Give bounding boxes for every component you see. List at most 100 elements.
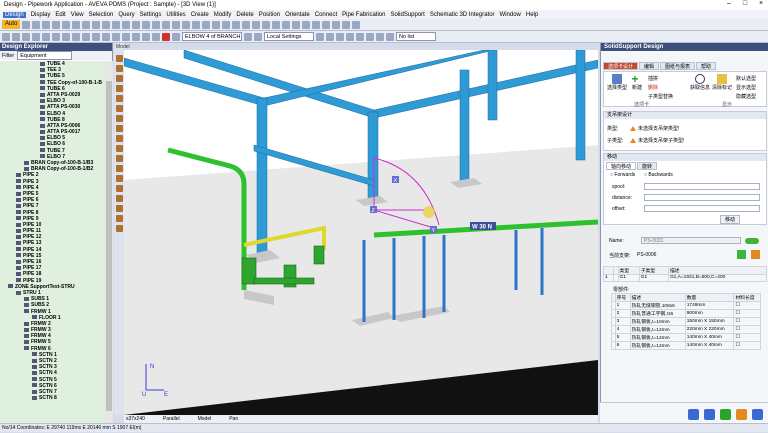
tool-icon[interactable] xyxy=(232,20,241,29)
name-toggle[interactable] xyxy=(745,238,759,244)
tool-icon[interactable] xyxy=(92,20,101,29)
tool-icon[interactable] xyxy=(322,20,331,29)
view-tool-icon[interactable] xyxy=(115,75,123,82)
tool-icon[interactable] xyxy=(22,32,30,41)
tool-icon[interactable] xyxy=(262,20,271,29)
tool-icon[interactable] xyxy=(82,20,91,29)
maximize-button[interactable]: □ xyxy=(738,0,752,7)
menu-view[interactable]: View xyxy=(71,12,84,18)
tool-icon[interactable] xyxy=(42,32,50,41)
table-row[interactable]: 5 热轧钢板,t=12mm 140mm X 40mm ☐ xyxy=(611,333,761,342)
view-tool-icon[interactable] xyxy=(115,105,123,112)
explorer-scrollbar[interactable] xyxy=(105,61,113,423)
view-tool-icon[interactable] xyxy=(115,125,123,132)
view-tool-icon[interactable] xyxy=(115,95,123,102)
close-button[interactable]: × xyxy=(754,0,768,7)
tool-icon[interactable] xyxy=(72,32,80,41)
delete-button[interactable]: 删除 xyxy=(648,84,658,91)
tool-icon[interactable] xyxy=(132,32,140,41)
tool-icon[interactable] xyxy=(12,32,20,41)
menu-orientate[interactable]: Orientate xyxy=(285,12,310,18)
menu-edit[interactable]: Edit xyxy=(55,12,65,18)
tool-icon[interactable] xyxy=(72,20,81,29)
tool-icon[interactable] xyxy=(222,20,231,29)
tag-icon[interactable] xyxy=(737,250,746,259)
tool-icon[interactable] xyxy=(352,20,361,29)
insert-button[interactable]: 插拼 xyxy=(648,75,658,82)
tool-icon[interactable] xyxy=(312,20,321,29)
view-tool-icon[interactable] xyxy=(115,225,123,232)
tool-icon[interactable] xyxy=(336,32,344,41)
tool-icon[interactable] xyxy=(386,32,394,41)
tool-icon[interactable] xyxy=(282,20,291,29)
offset-input[interactable] xyxy=(644,205,760,212)
view-tool-icon[interactable] xyxy=(115,155,123,162)
ssd-tab[interactable]: 编辑 xyxy=(639,62,660,70)
view-tool-icon[interactable] xyxy=(115,185,123,192)
forwards-radio[interactable]: ○ Forwards xyxy=(610,172,635,178)
tool-icon[interactable] xyxy=(366,32,374,41)
list-combo[interactable]: No list xyxy=(396,32,436,41)
row-checkbox[interactable]: ☐ xyxy=(733,341,761,350)
menu-display[interactable]: Display xyxy=(31,12,51,18)
tool-icon[interactable] xyxy=(356,32,364,41)
ssd-tab[interactable]: 帮助 xyxy=(696,62,717,70)
ssd-tab[interactable]: 选项卡设计 xyxy=(603,62,639,70)
menu-solidsupport[interactable]: SolidSupport xyxy=(390,12,424,18)
auto-button[interactable]: Auto xyxy=(2,20,21,29)
default-select-button[interactable]: 默认选型 xyxy=(736,75,756,82)
tab-rotate[interactable]: 旋转 xyxy=(637,162,658,170)
name-input[interactable]: PS-0031 xyxy=(641,237,741,244)
row-checkbox[interactable]: ☐ xyxy=(733,301,761,310)
tool-icon[interactable] xyxy=(162,20,171,29)
view-tool-icon[interactable] xyxy=(115,215,123,222)
move-icon[interactable] xyxy=(688,409,699,420)
ssd-tab[interactable]: 图纸与报表 xyxy=(660,62,696,70)
tool-icon[interactable] xyxy=(244,32,252,41)
tool-icon[interactable] xyxy=(316,32,324,41)
menu-schematic-3d-integrator[interactable]: Schematic 3D Integrator xyxy=(430,12,495,18)
tool-icon[interactable] xyxy=(2,32,10,41)
table-row[interactable]: 3 热轧钢板,t=10mm 150mm X 150mm ☐ xyxy=(611,317,761,326)
view-tool-icon[interactable] xyxy=(115,165,123,172)
menu-position[interactable]: Position xyxy=(259,12,280,18)
view-tool-icon[interactable] xyxy=(115,205,123,212)
tool-icon[interactable] xyxy=(172,32,180,41)
tab-axial-move[interactable]: 轴向移动 xyxy=(606,162,637,170)
tool-icon[interactable] xyxy=(62,32,70,41)
settings-combo[interactable]: Local Settings xyxy=(264,32,314,41)
tool-icon[interactable] xyxy=(254,32,262,41)
tool-icon[interactable] xyxy=(152,32,160,41)
tool-icon[interactable] xyxy=(302,20,311,29)
menu-connect[interactable]: Connect xyxy=(315,12,337,18)
tool-icon[interactable] xyxy=(142,20,151,29)
view-tool-icon[interactable] xyxy=(115,115,123,122)
menu-design[interactable]: Design xyxy=(3,11,26,18)
tool-icon[interactable] xyxy=(112,20,121,29)
tool-icon[interactable] xyxy=(92,32,100,41)
tool-icon[interactable] xyxy=(212,20,221,29)
table-row[interactable]: 6 热轧钢板,t=12mm 140mm X 40mm ☐ xyxy=(611,341,761,350)
row-checkbox[interactable]: ☐ xyxy=(733,317,761,326)
tool-icon[interactable] xyxy=(102,20,111,29)
settings-icon[interactable] xyxy=(752,409,763,420)
tool-icon[interactable] xyxy=(152,20,161,29)
menu-window[interactable]: Window xyxy=(500,12,521,18)
tree-item[interactable]: SCTN 8 xyxy=(0,395,105,401)
sub-type-replace-button[interactable]: 子类型替换 xyxy=(648,93,673,100)
row-checkbox[interactable]: ☐ xyxy=(733,333,761,342)
menu-utilities[interactable]: Utilities xyxy=(166,12,185,18)
show-type-button[interactable]: 显示选型 xyxy=(736,84,756,91)
row-checkbox[interactable]: ☐ xyxy=(733,325,761,334)
view-tool-icon[interactable] xyxy=(115,135,123,142)
tool-icon[interactable] xyxy=(252,20,261,29)
tool-icon[interactable] xyxy=(172,20,181,29)
minimize-button[interactable]: – xyxy=(722,0,736,7)
tool-icon[interactable] xyxy=(52,20,61,29)
menu-pipe-fabrication[interactable]: Pipe Fabrication xyxy=(342,12,385,18)
add-icon[interactable] xyxy=(720,409,731,420)
tool-icon[interactable] xyxy=(332,20,341,29)
menu-create[interactable]: Create xyxy=(191,12,209,18)
tool-icon[interactable] xyxy=(52,32,60,41)
table-row[interactable]: 1 G1 G1 G1,A=1931,B=500,C=400 xyxy=(603,274,768,282)
